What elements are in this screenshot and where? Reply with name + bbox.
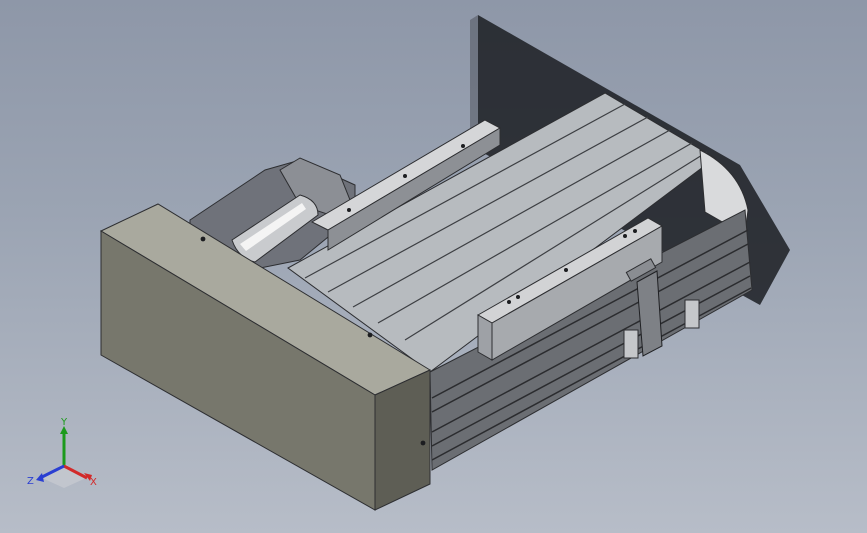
linear-actuator-model[interactable] bbox=[0, 0, 867, 533]
graphics-viewport[interactable]: Y X Z bbox=[0, 0, 867, 533]
front-cover-side bbox=[374, 369, 431, 511]
carriage-front bbox=[477, 314, 493, 361]
x-axis-label: X bbox=[90, 477, 97, 488]
y-axis-label: Y bbox=[61, 417, 68, 428]
coordinate-triad: Y X Z bbox=[24, 418, 104, 498]
z-axis-label: Z bbox=[27, 476, 34, 487]
